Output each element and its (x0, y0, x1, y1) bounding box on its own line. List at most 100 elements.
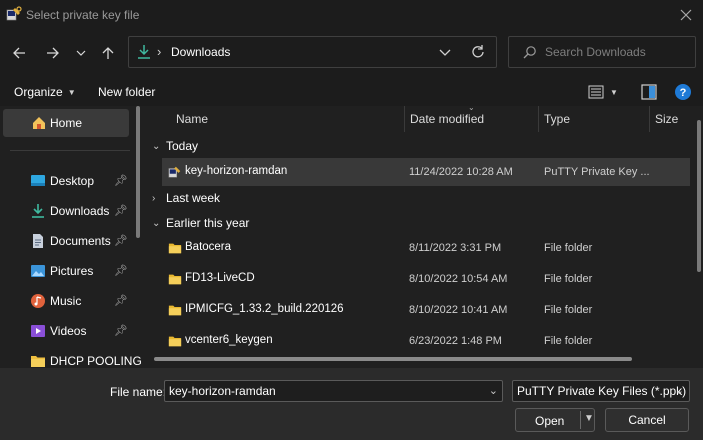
file-type: File folder (544, 304, 593, 316)
up-button[interactable] (95, 40, 121, 66)
address-bar[interactable]: › Downloads (128, 36, 497, 68)
file-type: PuTTY Private Key ... (544, 166, 650, 178)
organize-menu-button[interactable]: Organize ▼ (8, 82, 82, 102)
file-row[interactable]: vcenter6_keygen 6/23/2022 1:48 PM File f… (162, 327, 690, 355)
recent-locations-button[interactable] (68, 40, 94, 66)
caret-down-icon: ▼ (610, 87, 618, 97)
desktop-icon (30, 173, 46, 189)
forward-button[interactable] (40, 40, 66, 66)
file-list: Name Date modified ⌄ Type Size ⌄ Today k… (146, 106, 703, 368)
preview-pane-icon (641, 84, 657, 100)
file-row[interactable]: FD13-LiveCD 8/10/2022 10:54 AM File fold… (162, 265, 690, 293)
sidebar-item-dhcp-pooling[interactable]: DHCP POOLING (0, 347, 142, 368)
file-name-combobox[interactable]: ⌄ (164, 380, 503, 402)
sidebar-item-music[interactable]: Music 📌︎ (0, 287, 134, 315)
pin-icon: 📌︎ (114, 175, 128, 187)
caret-down-icon: ▼ (67, 87, 76, 97)
open-button-label[interactable]: Open (535, 414, 564, 428)
arrow-right-icon (47, 47, 59, 59)
sidebar-item-documents[interactable]: Documents 📌︎ (0, 227, 134, 255)
column-header-type[interactable]: Type (544, 106, 644, 132)
folder-icon (168, 303, 182, 317)
search-input[interactable] (545, 45, 685, 59)
arrow-up-icon (102, 47, 114, 59)
chevron-down-icon (76, 50, 86, 56)
chevron-down-icon (439, 49, 451, 56)
cancel-button[interactable]: Cancel (605, 408, 689, 432)
scrollbar-thumb[interactable] (154, 357, 632, 361)
chevron-down-icon: ⌄ (152, 217, 161, 229)
window-title: Select private key file (26, 8, 140, 22)
file-row[interactable]: IPMICFG_1.33.2_build.220126 8/10/2022 10… (162, 296, 690, 324)
file-type: File folder (544, 273, 593, 285)
sidebar-item-label: Music (50, 294, 82, 308)
sidebar-item-label: DHCP POOLING (50, 354, 142, 368)
group-header-earlier-this-year[interactable]: ⌄ Earlier this year (152, 213, 249, 233)
scrollbar-thumb[interactable] (697, 120, 701, 272)
sidebar-item-home[interactable]: Home (3, 109, 129, 137)
sidebar-item-videos[interactable]: Videos 📌︎ (0, 317, 134, 345)
chevron-down-icon[interactable]: ⌄ (489, 384, 498, 397)
pictures-icon (30, 263, 46, 279)
file-list-horizontal-scrollbar[interactable] (146, 356, 691, 362)
sidebar-scrollbar[interactable] (135, 106, 141, 368)
file-list-vertical-scrollbar[interactable] (696, 106, 702, 366)
chevron-down-icon: ⌄ (674, 385, 684, 397)
breadcrumb-downloads[interactable]: Downloads (171, 45, 230, 59)
file-type-select[interactable]: PuTTY Private Key Files (*.ppk) ⌄ (512, 380, 690, 402)
navigation-pane: Home Desktop 📌︎ Downloads 📌︎ Documents 📌… (0, 106, 146, 368)
caret-down-icon[interactable]: ▼ (584, 413, 594, 424)
column-header-size[interactable]: Size (655, 106, 695, 132)
preview-pane-button[interactable] (638, 81, 660, 103)
file-type-selected: PuTTY Private Key Files (*.ppk) (517, 384, 687, 398)
back-button[interactable] (6, 40, 32, 66)
search-box[interactable] (508, 36, 696, 68)
group-header-last-week[interactable]: › Last week (152, 188, 220, 208)
sidebar-item-downloads[interactable]: Downloads 📌︎ (0, 197, 134, 225)
file-name: vcenter6_keygen (185, 334, 273, 346)
list-view-icon (588, 85, 604, 99)
file-name: Batocera (185, 241, 232, 253)
open-split-button[interactable]: Open ▼ (515, 408, 595, 432)
group-header-today[interactable]: ⌄ Today (152, 136, 198, 156)
folder-icon (168, 334, 182, 348)
music-icon (30, 293, 46, 309)
address-history-button[interactable] (436, 43, 454, 61)
svg-text:?: ? (680, 87, 687, 99)
new-folder-button[interactable]: New folder (92, 82, 161, 102)
file-name-input[interactable] (169, 384, 479, 398)
sidebar-item-label: Home (50, 116, 83, 130)
putty-key-icon (6, 6, 22, 22)
column-header-name[interactable]: Name (176, 106, 406, 132)
search-icon (523, 45, 537, 62)
folder-icon (168, 272, 182, 286)
file-row[interactable]: key-horizon-ramdan 11/24/2022 10:28 AM P… (162, 158, 690, 186)
file-row[interactable]: Batocera 8/11/2022 3:31 PM File folder (162, 234, 690, 262)
view-options-button[interactable]: ▼ (588, 82, 624, 102)
column-header-date-modified[interactable]: Date modified ⌄ (410, 106, 540, 132)
column-separator[interactable] (404, 106, 405, 132)
file-name: key-horizon-ramdan (185, 165, 288, 177)
file-type: File folder (544, 242, 593, 254)
column-header-label: Date modified (410, 112, 485, 126)
folder-icon (30, 353, 46, 368)
group-label: Earlier this year (166, 216, 250, 230)
pin-icon: 📌︎ (114, 235, 128, 247)
scrollbar-thumb[interactable] (136, 106, 140, 238)
file-date: 8/10/2022 10:41 AM (409, 304, 508, 316)
file-type: File folder (544, 335, 593, 347)
column-separator[interactable] (538, 106, 539, 132)
sidebar-item-label: Documents (50, 234, 111, 248)
column-separator[interactable] (649, 106, 650, 132)
folder-icon (168, 241, 182, 255)
sidebar-item-desktop[interactable]: Desktop 📌︎ (0, 167, 134, 195)
sidebar-item-pictures[interactable]: Pictures 📌︎ (0, 257, 134, 285)
sidebar-item-label: Desktop (50, 174, 95, 188)
close-button[interactable] (669, 0, 703, 30)
sort-chevron-icon: ⌄ (468, 106, 475, 112)
refresh-button[interactable] (469, 43, 489, 63)
sidebar-item-label: Videos (50, 324, 87, 338)
pin-icon: 📌︎ (114, 265, 128, 277)
help-button[interactable]: ? (672, 81, 694, 103)
file-name: IPMICFG_1.33.2_build.220126 (185, 303, 344, 315)
